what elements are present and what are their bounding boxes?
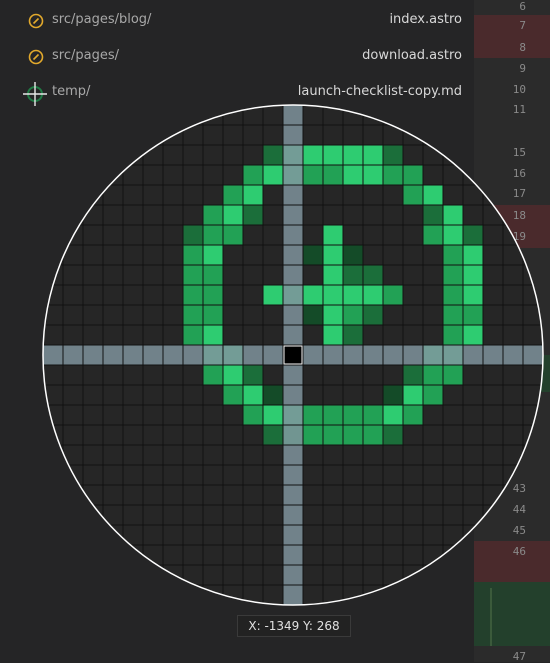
magnified-pixel: [203, 245, 223, 265]
magnified-pixel: [463, 285, 483, 305]
magnified-pixel: [223, 365, 243, 385]
magnified-pixel: [343, 245, 363, 265]
magnified-pixel: [403, 365, 423, 385]
magnified-pixel: [383, 145, 403, 165]
magnified-pixel: [183, 245, 203, 265]
magnified-pixel: [203, 305, 223, 325]
magnified-pixel: [463, 325, 483, 345]
magnified-pixel: [363, 425, 383, 445]
magnified-pixel: [423, 205, 443, 225]
magnified-pixel: [363, 405, 383, 425]
magnified-pixel: [443, 365, 463, 385]
magnified-pixel: [323, 285, 343, 305]
magnified-pixel: [363, 145, 383, 165]
magnified-pixel: [203, 365, 223, 385]
magnified-pixel: [323, 165, 343, 185]
magnified-pixel: [183, 265, 203, 285]
magnified-pixel: [243, 185, 263, 205]
magnified-pixel: [463, 305, 483, 325]
magnified-pixel: [403, 185, 423, 205]
magnified-pixel: [263, 385, 283, 405]
magnified-pixel: [263, 425, 283, 445]
magnified-pixel: [303, 405, 323, 425]
magnified-pixel: [183, 225, 203, 245]
magnified-pixel: [443, 245, 463, 265]
magnified-pixel: [263, 145, 283, 165]
magnified-pixel: [363, 265, 383, 285]
magnified-pixel: [423, 225, 443, 245]
magnified-pixel: [463, 265, 483, 285]
magnified-pixel: [243, 165, 263, 185]
magnified-pixel: [463, 245, 483, 265]
magnified-pixel: [403, 405, 423, 425]
magnified-pixel: [363, 285, 383, 305]
magnified-pixels: [43, 105, 543, 605]
magnified-pixel: [423, 365, 443, 385]
magnified-pixel: [323, 265, 343, 285]
magnified-pixel: [323, 425, 343, 445]
color-picker-magnifier[interactable]: [0, 0, 550, 662]
magnified-pixel: [303, 245, 323, 265]
magnified-pixel: [443, 265, 463, 285]
magnified-pixel: [303, 145, 323, 165]
magnified-pixel: [303, 425, 323, 445]
magnified-pixel: [263, 405, 283, 425]
magnified-pixel: [203, 225, 223, 245]
magnified-pixel: [343, 165, 363, 185]
magnified-pixel: [363, 305, 383, 325]
magnified-pixel: [343, 325, 363, 345]
magnified-pixel: [383, 425, 403, 445]
magnified-pixel: [443, 205, 463, 225]
magnified-pixel: [263, 165, 283, 185]
magnified-pixel: [323, 325, 343, 345]
cursor-coordinates: X: -1349 Y: 268: [237, 615, 351, 637]
magnified-pixel: [183, 305, 203, 325]
magnified-pixel: [323, 225, 343, 245]
magnified-pixel: [243, 365, 263, 385]
magnified-pixel: [303, 305, 323, 325]
magnified-pixel: [443, 285, 463, 305]
magnified-pixel: [403, 385, 423, 405]
magnified-pixel: [203, 205, 223, 225]
magnified-pixel: [343, 305, 363, 325]
magnified-pixel: [323, 305, 343, 325]
center-pixel: [283, 345, 303, 365]
magnified-pixel: [383, 385, 403, 405]
magnified-pixel: [403, 165, 423, 185]
magnified-pixel: [183, 325, 203, 345]
magnified-pixel: [423, 185, 443, 205]
magnified-pixel: [203, 265, 223, 285]
magnified-pixel: [183, 285, 203, 305]
magnified-pixel: [223, 385, 243, 405]
magnified-pixel: [223, 225, 243, 245]
magnified-pixel: [323, 245, 343, 265]
magnified-pixel: [443, 225, 463, 245]
magnified-pixel: [323, 405, 343, 425]
magnified-pixel: [303, 165, 323, 185]
magnified-pixel: [343, 265, 363, 285]
magnified-pixel: [383, 405, 403, 425]
magnified-pixel: [443, 325, 463, 345]
magnified-pixel: [243, 385, 263, 405]
magnified-pixel: [203, 285, 223, 305]
magnified-pixel: [383, 285, 403, 305]
magnified-pixel: [383, 165, 403, 185]
magnified-pixel: [243, 205, 263, 225]
magnified-pixel: [323, 145, 343, 165]
magnified-pixel: [443, 305, 463, 325]
magnified-pixel: [223, 205, 243, 225]
magnified-pixel: [343, 425, 363, 445]
magnified-pixel: [303, 285, 323, 305]
magnified-pixel: [423, 385, 443, 405]
magnified-pixel: [263, 285, 283, 305]
magnified-pixel: [363, 165, 383, 185]
magnified-pixel: [343, 285, 363, 305]
magnified-pixel: [203, 325, 223, 345]
magnified-pixel: [343, 145, 363, 165]
magnified-pixel: [343, 405, 363, 425]
magnified-pixel: [243, 405, 263, 425]
magnified-pixel: [223, 185, 243, 205]
magnified-pixel: [463, 225, 483, 245]
